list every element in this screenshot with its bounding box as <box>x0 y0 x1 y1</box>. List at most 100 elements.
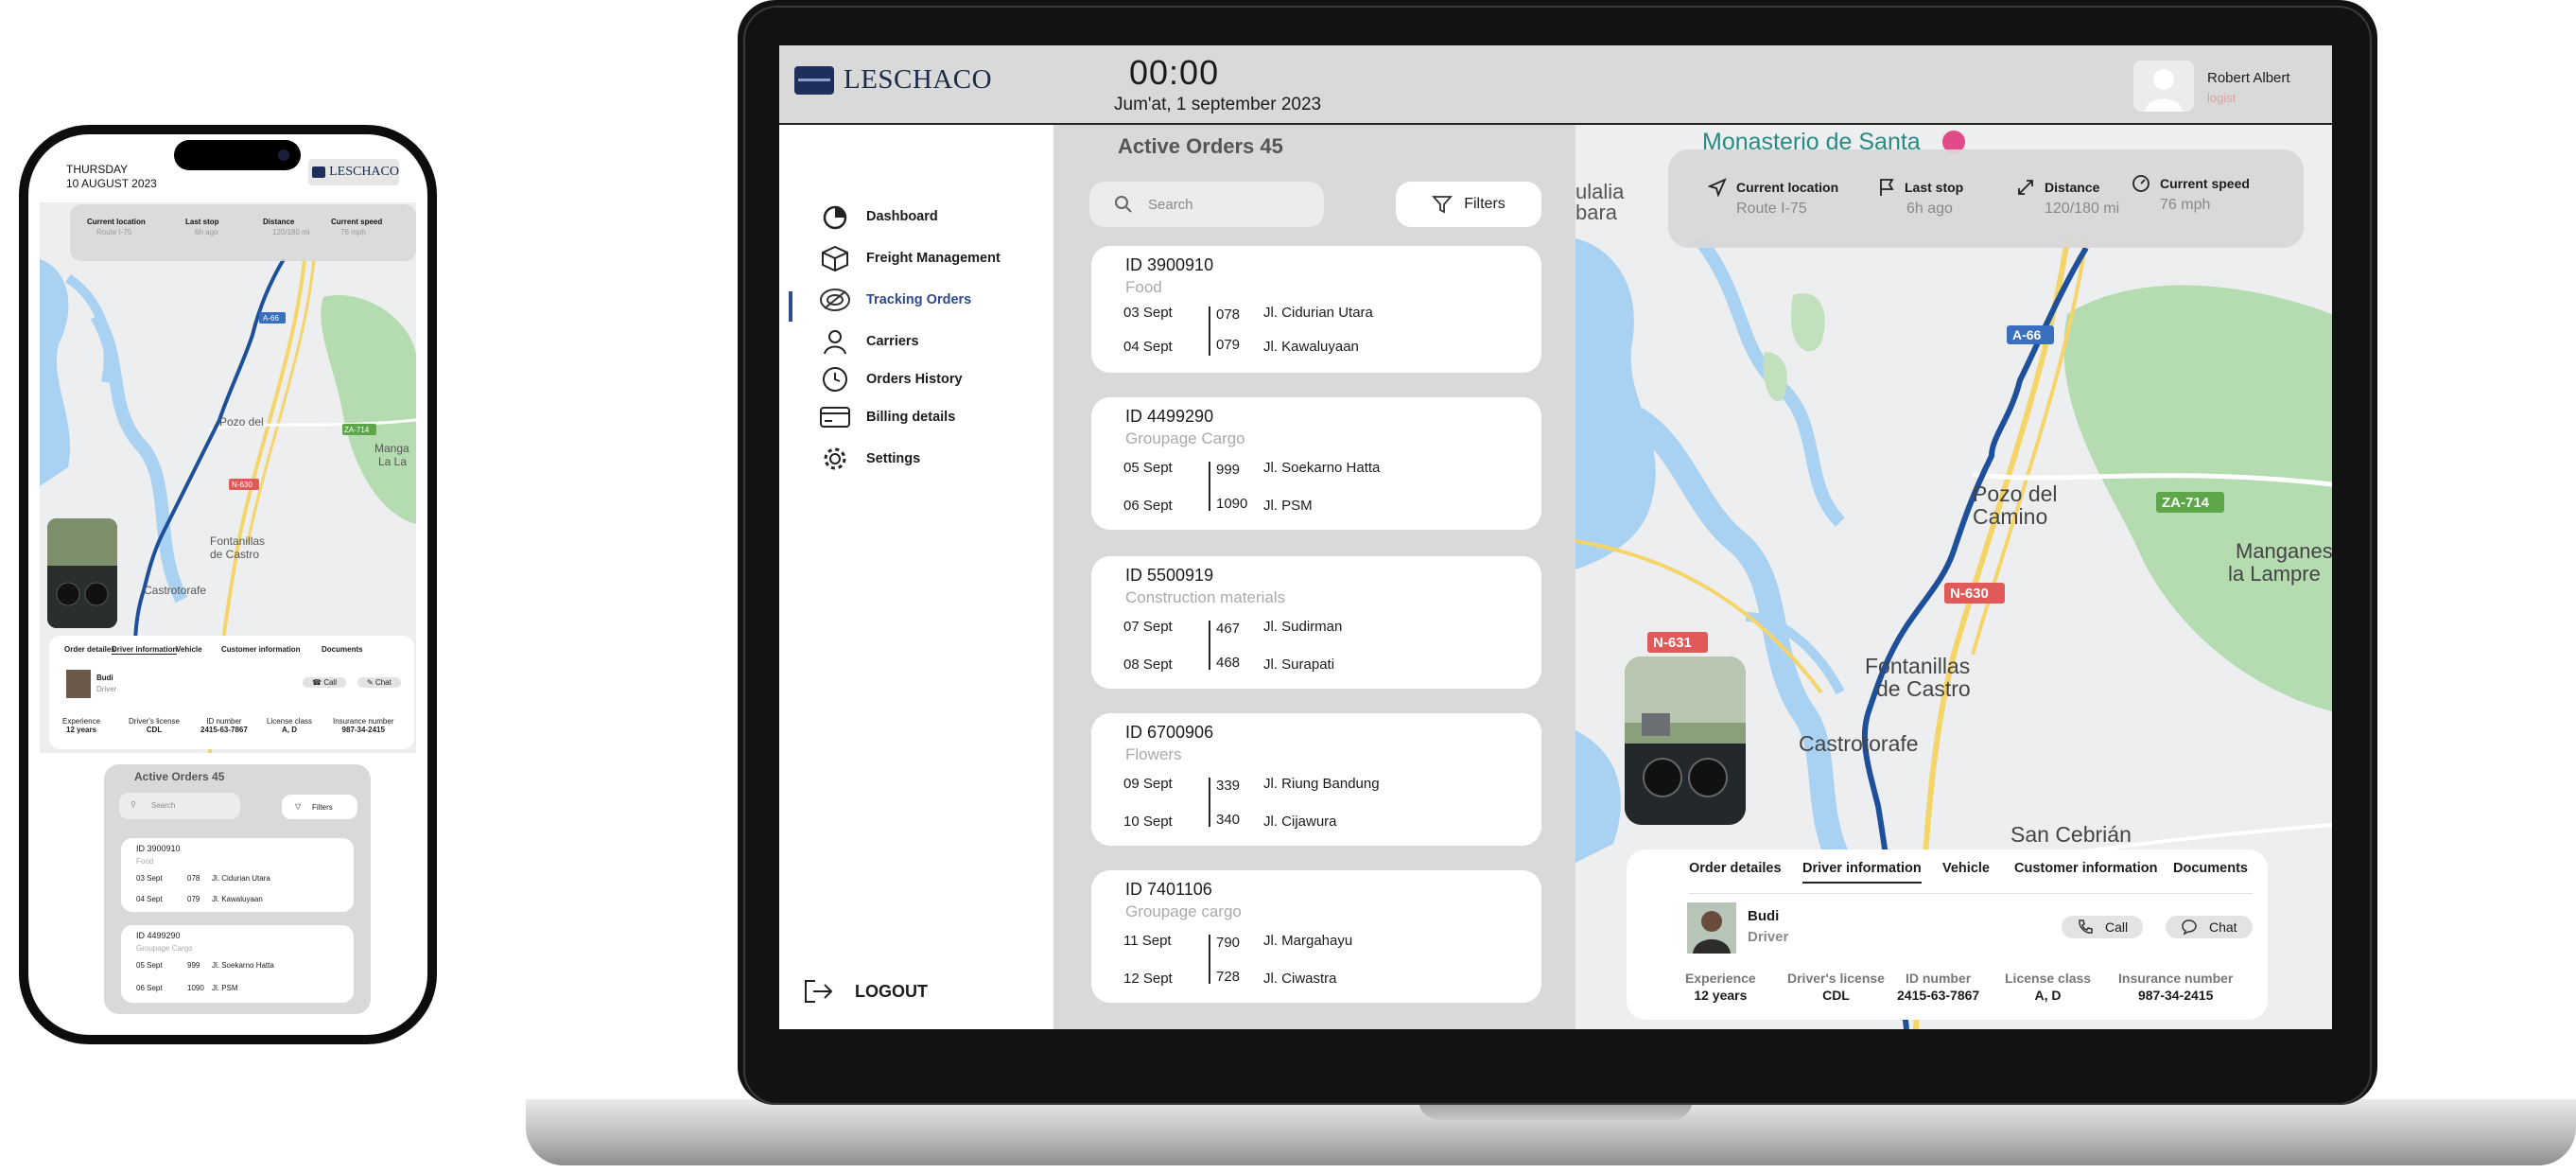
sidebar-item-freight[interactable]: Freight Management <box>819 244 1001 272</box>
person-icon <box>819 327 851 356</box>
sidebar-item-dashboard[interactable]: Dashboard <box>819 202 938 231</box>
phone-search-placeholder: Search <box>151 801 176 810</box>
phone-driver-role: Driver <box>96 685 117 693</box>
order-street: Jl. Ciwastra <box>1263 971 1337 987</box>
driver-photo <box>1687 902 1736 954</box>
tab-documents[interactable]: Documents <box>2173 861 2248 876</box>
phone-order-category: Food <box>136 857 154 866</box>
phone-icon <box>2077 919 2094 936</box>
map-label-de-castro: de Castro <box>1876 676 1971 701</box>
sidebar-item-carriers[interactable]: Carriers <box>819 327 919 356</box>
speedometer-icon <box>2132 174 2150 193</box>
sidebar-item-orders-history[interactable]: Orders History <box>819 365 963 394</box>
sidebar-item-billing[interactable]: Billing details <box>819 403 955 431</box>
map-label-camino: Camino <box>1973 504 2047 529</box>
dashcam-thumbnail[interactable] <box>1625 657 1746 825</box>
field-id-number: ID number 2415-63-7867 <box>1897 971 1979 1003</box>
user-avatar-icon <box>2145 69 2183 112</box>
order-category: Food <box>1125 278 1162 296</box>
phone-tab-order[interactable]: Order detailes <box>64 645 115 654</box>
tab-customer-information[interactable]: Customer information <box>2014 861 2157 876</box>
chat-icon <box>2181 919 2198 936</box>
phone-camera <box>278 149 289 161</box>
phone-stat-location: Current location Route I-75 <box>87 218 146 236</box>
phone-order-street: Jl. Cidurian Utara <box>212 874 270 883</box>
sidebar-item-label: Tracking Orders <box>866 292 972 307</box>
phone-tab-documents[interactable]: Documents <box>322 645 363 654</box>
order-id: ID 4499290 <box>1125 407 1214 426</box>
phone-order-id: ID 3900910 <box>136 844 181 853</box>
phone-chat-button[interactable]: ✎ Chat <box>357 677 401 688</box>
call-button[interactable]: Call <box>2062 916 2144 938</box>
field-drivers-license: Driver's license CDL <box>1787 971 1885 1003</box>
stat-label: Current speed <box>2160 176 2250 191</box>
tab-driver-information[interactable]: Driver information <box>1802 861 1922 884</box>
phone-filters-label: Filters <box>312 803 333 812</box>
driver-info-panel: Order detailes Driver information Vehicl… <box>1627 849 2268 1020</box>
phone-tab-driver[interactable]: Driver information <box>112 645 178 655</box>
phone-order-date: 03 Sept <box>136 874 163 883</box>
order-street: Jl. Riung Bandung <box>1263 776 1380 792</box>
phone-logo-text: LESCHACO <box>329 165 399 179</box>
search-input[interactable]: Search <box>1089 182 1324 227</box>
stat-current-location: Current location Route I-75 <box>1708 178 1838 218</box>
order-divider <box>1209 935 1210 984</box>
field-label: Driver's license <box>1787 971 1885 986</box>
tab-vehicle[interactable]: Vehicle <box>1942 861 1990 876</box>
order-card[interactable]: ID 3900910 Food 03 Sept 078 Jl. Cidurian… <box>1091 246 1541 373</box>
navigation-icon <box>1708 178 1727 197</box>
phone-date: THURSDAY 10 AUGUST 2023 <box>66 163 157 191</box>
order-street: Jl. Kawaluyaan <box>1263 339 1359 355</box>
phone-dashcam-thumbnail[interactable] <box>47 518 117 628</box>
order-card[interactable]: ID 6700906 Flowers 09 Sept 339 Jl. Riung… <box>1091 713 1541 846</box>
phone-screen: THURSDAY 10 AUGUST 2023 LESCHACO A-66 ZA… <box>28 134 427 1035</box>
phone-tab-customer[interactable]: Customer information <box>221 645 301 654</box>
stat-value: 6h ago <box>1906 201 1953 217</box>
order-date: 10 Sept <box>1123 814 1173 830</box>
laptop-screen: LESCHACO 00:00 Jum'at, 1 september 2023 … <box>779 45 2332 1029</box>
phone-tab-vehicle[interactable]: Vehicle <box>176 645 202 654</box>
phone-order-card[interactable]: ID 3900910 Food 03 Sept 078 Jl. Cidurian… <box>121 838 354 912</box>
phone-dashcam-image <box>47 518 117 628</box>
phone-search-icon: ⚲ <box>131 800 136 809</box>
tracking-map[interactable]: Monasterio de Santa ulalia bara A-66 ZA-… <box>1575 125 2332 1029</box>
sidebar-item-tracking[interactable]: Tracking Orders <box>819 286 971 314</box>
logout-button[interactable]: LOGOUT <box>802 978 928 1005</box>
order-card[interactable]: ID 5500919 Construction materials 07 Sep… <box>1091 556 1541 689</box>
phone-map-lala: La La <box>378 455 407 468</box>
chat-button[interactable]: Chat <box>2166 916 2253 938</box>
map-label-la-lampre: la Lampre <box>2228 562 2321 586</box>
phone-order-card[interactable]: ID 4499290 Groupage Cargo 05 Sept 999 Jl… <box>121 925 354 1003</box>
stat-label: Current location <box>1736 180 1839 195</box>
user-avatar[interactable] <box>2133 61 2194 112</box>
map-label-bara: bara <box>1575 201 1618 224</box>
stat-value: 120/180 mi <box>2045 201 2120 217</box>
map-label-fontanillas: Fontanillas <box>1865 654 1970 678</box>
filters-button[interactable]: Filters <box>1396 182 1541 227</box>
map-label-san-cebrian: San Cebrián <box>2010 822 2132 847</box>
call-label: Call <box>2105 919 2129 935</box>
phone-order-num: 999 <box>187 961 200 970</box>
phone-field-license: Driver's license CDL <box>129 717 180 734</box>
phone-filters-button[interactable]: ▽ Filters <box>282 795 357 819</box>
sidebar-item-settings[interactable]: Settings <box>819 445 920 473</box>
order-card[interactable]: ID 4499290 Groupage Cargo 05 Sept 999 Jl… <box>1091 397 1541 530</box>
order-divider <box>1209 462 1210 511</box>
brand-logo[interactable]: LESCHACO <box>794 64 992 96</box>
order-category: Groupage Cargo <box>1125 429 1245 447</box>
phone-map-manga: Manga <box>374 442 409 455</box>
field-label: License class <box>2005 971 2092 986</box>
phone-orders-panel: Active Orders 45 ⚲ Search ▽ Filters ID 3… <box>104 764 371 1014</box>
phone-call-button[interactable]: ☎ Call <box>303 677 346 688</box>
user-name[interactable]: Robert Albert <box>2207 70 2290 86</box>
filters-label: Filters <box>1464 196 1506 212</box>
order-card[interactable]: ID 7401106 Groupage cargo 11 Sept 790 Jl… <box>1091 870 1541 1003</box>
tab-order-details[interactable]: Order detailes <box>1689 861 1782 876</box>
phone-search-input[interactable]: ⚲ Search <box>119 793 240 819</box>
order-category: Flowers <box>1125 745 1182 763</box>
phone-field-id: ID number 2415-63-7867 <box>200 717 248 734</box>
field-label: ID number <box>1905 971 1972 986</box>
sidebar-item-label: Dashboard <box>866 209 938 224</box>
phone-order-date: 05 Sept <box>136 961 163 970</box>
field-value: 987-34-2415 <box>2137 988 2214 1003</box>
